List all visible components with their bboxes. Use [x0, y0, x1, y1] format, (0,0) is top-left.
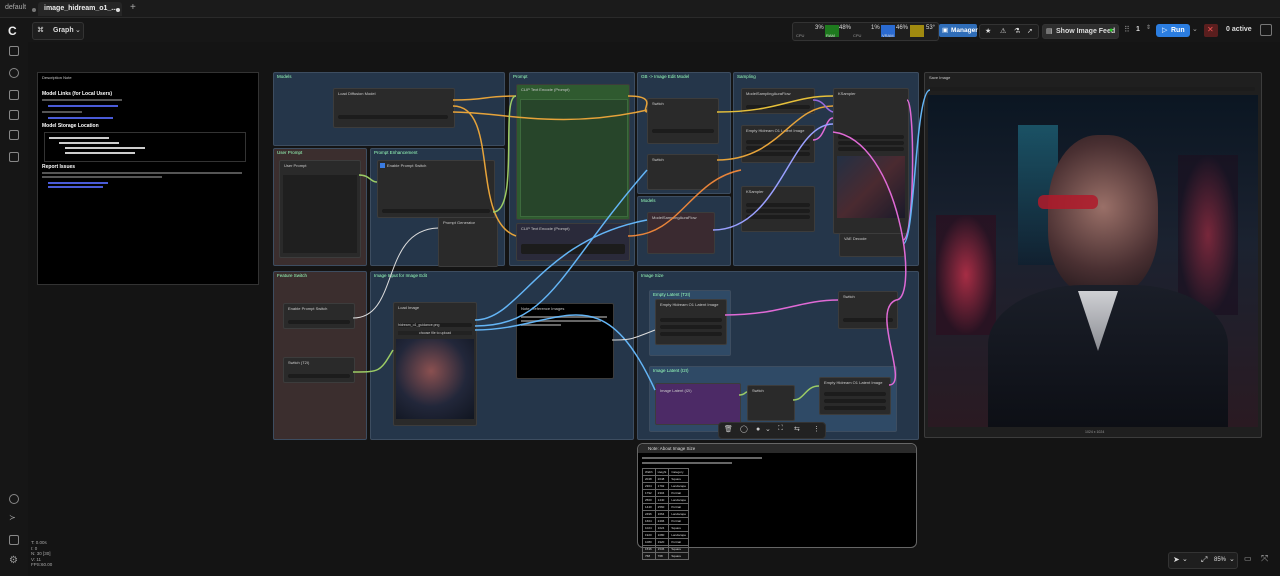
connection-wires [352, 89, 931, 401]
wire [474, 219, 648, 321]
wire [902, 89, 931, 245]
wire [716, 105, 834, 161]
wire [452, 105, 517, 237]
wire [832, 131, 907, 301]
wire [352, 349, 394, 373]
wire [358, 174, 378, 183]
wire [812, 117, 834, 141]
wire [492, 95, 517, 213]
wire [452, 95, 517, 101]
wire [724, 299, 839, 316]
wire [627, 169, 742, 237]
wire [738, 391, 748, 396]
wire [902, 99, 914, 241]
wire [474, 169, 648, 327]
wire [627, 95, 648, 113]
wire [474, 314, 656, 391]
wire [352, 227, 439, 319]
wire [792, 385, 820, 401]
wire [611, 329, 656, 341]
wire [452, 109, 648, 121]
wire [886, 299, 897, 386]
